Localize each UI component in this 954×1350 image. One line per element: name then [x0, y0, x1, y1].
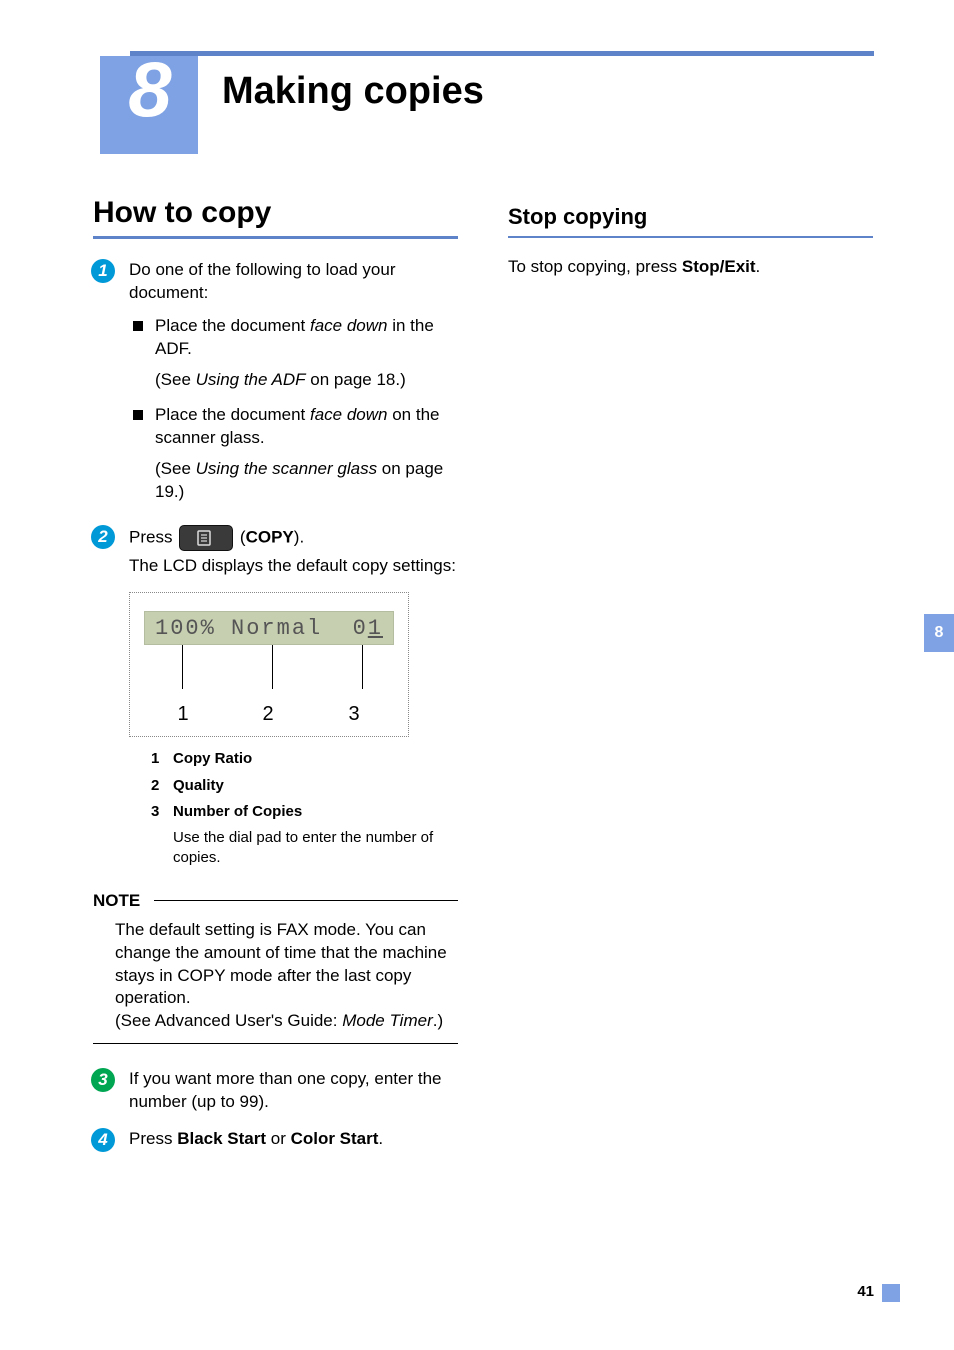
text: (See Advanced User's Guide: [115, 1011, 342, 1030]
text: Press [129, 528, 177, 547]
step-1-body: Do one of the following to load your doc… [129, 259, 458, 515]
text-italic: face down [310, 316, 388, 335]
stop-copying-body: To stop copying, press Stop/Exit. [508, 256, 873, 279]
left-column: How to copy 1 Do one of the following to… [93, 196, 458, 1162]
page-corner-decor [882, 1284, 900, 1302]
lcd-cursor-digit: 1 [368, 616, 383, 641]
chapter-title: Making copies [222, 70, 484, 113]
text: 0 [353, 616, 368, 641]
lcd-screen: 100% Normal 01 [144, 611, 394, 645]
step-4-badge: 4 [91, 1128, 115, 1152]
text-bold: COPY [246, 528, 294, 547]
legend-row-1: 1 Copy Ratio [151, 749, 458, 769]
lcd-label-3: 3 [314, 701, 394, 728]
legend-label: Number of Copies [173, 802, 302, 822]
lcd-label-1: 1 [144, 701, 222, 728]
lcd-pointer-3 [362, 645, 363, 689]
step-1-bullet-1: Place the document face down in the ADF. [133, 315, 458, 361]
text: ). [294, 528, 304, 547]
text: on page 18.) [306, 370, 406, 389]
legend-label: Copy Ratio [173, 749, 252, 769]
lcd-right-text: 01 [353, 614, 383, 644]
note-foot-rule [93, 1043, 458, 1044]
step-1-ref-1: (See Using the ADF on page 18.) [155, 369, 458, 392]
page-root: 8 Making copies 8 How to copy 1 Do one o… [0, 0, 954, 1350]
lcd-pointer-1 [182, 645, 183, 689]
legend-num: 1 [151, 749, 173, 769]
square-bullet-icon [133, 321, 143, 331]
step-1-bullet-2-text: Place the document face down on the scan… [155, 404, 458, 450]
right-column: Stop copying To stop copying, press Stop… [508, 196, 873, 1162]
step-1-bullet-2: Place the document face down on the scan… [133, 404, 458, 450]
text: . [756, 257, 761, 276]
text-italic: Using the scanner glass [196, 459, 377, 478]
page-number: 41 [857, 1283, 874, 1300]
step-4: 4 Press Black Start or Color Start. [93, 1128, 458, 1152]
note-text-a: The default setting is FAX mode. You can… [115, 919, 458, 1011]
lcd-left-text: 100% Normal [155, 614, 322, 644]
legend-label: Quality [173, 776, 224, 796]
note-text-b: (See Advanced User's Guide: Mode Timer.) [115, 1010, 458, 1033]
text: Place the document [155, 316, 310, 335]
text-bold: Black Start [177, 1129, 266, 1148]
text: . [378, 1129, 383, 1148]
text: Place the document [155, 405, 310, 424]
step-1-ref-2: (See Using the scanner glass on page 19.… [155, 458, 458, 504]
text: (See [155, 459, 196, 478]
text: or [266, 1129, 291, 1148]
step-2: 2 Press (COPY). The LCD displays the def… [93, 525, 458, 868]
step-1-intro: Do one of the following to load your doc… [129, 260, 396, 302]
text: Press [129, 1129, 177, 1148]
square-bullet-icon [133, 410, 143, 420]
step-3: 3 If you want more than one copy, enter … [93, 1068, 458, 1114]
text: (See [155, 370, 196, 389]
note-head: NOTE [93, 891, 458, 911]
content-columns: How to copy 1 Do one of the following to… [93, 196, 873, 1162]
note-box: NOTE The default setting is FAX mode. Yo… [93, 891, 458, 1051]
step-3-badge: 3 [91, 1068, 115, 1092]
section-heading-how-to-copy: How to copy [93, 196, 458, 230]
lcd-legend: 1 Copy Ratio 2 Quality 3 Number of Copie… [151, 749, 458, 868]
legend-num: 3 [151, 802, 173, 822]
chapter-header-rule [130, 51, 874, 56]
step-1: 1 Do one of the following to load your d… [93, 259, 458, 515]
step-2-body: Press (COPY). The LCD displays the defau… [129, 525, 458, 868]
step-2-after: The LCD displays the default copy settin… [129, 555, 458, 578]
section-rule [93, 236, 458, 239]
side-tab: 8 [924, 614, 954, 652]
lcd-pointers [144, 645, 394, 697]
note-body: The default setting is FAX mode. You can… [115, 919, 458, 1034]
step-2-badge: 2 [91, 525, 115, 549]
text-italic: face down [310, 405, 388, 424]
step-3-body: If you want more than one copy, enter th… [129, 1068, 458, 1114]
text: To stop copying, press [508, 257, 682, 276]
text-italic: Using the ADF [196, 370, 306, 389]
subsection-heading-stop-copying: Stop copying [508, 204, 873, 230]
text-italic: Mode Timer [342, 1011, 433, 1030]
copy-button-icon [179, 525, 233, 551]
lcd-labels-row: 1 2 3 [144, 701, 394, 728]
legend-row-3: 3 Number of Copies [151, 802, 458, 822]
chapter-number: 8 [100, 44, 198, 135]
legend-row-2: 2 Quality [151, 776, 458, 796]
step-1-bullet-1-text: Place the document face down in the ADF. [155, 315, 458, 361]
text-bold: Color Start [291, 1129, 379, 1148]
text-bold: Stop/Exit [682, 257, 756, 276]
step-1-badge: 1 [91, 259, 115, 283]
note-label: NOTE [93, 891, 140, 911]
legend-num: 2 [151, 776, 173, 796]
subsection-rule [508, 236, 873, 238]
step-4-body: Press Black Start or Color Start. [129, 1128, 458, 1151]
legend-note-3: Use the dial pad to enter the number of … [173, 828, 458, 869]
note-head-rule [154, 900, 458, 901]
lcd-pointer-2 [272, 645, 273, 689]
text: .) [433, 1011, 443, 1030]
lcd-diagram: 100% Normal 01 1 2 3 [129, 592, 409, 737]
lcd-label-2: 2 [222, 701, 314, 728]
